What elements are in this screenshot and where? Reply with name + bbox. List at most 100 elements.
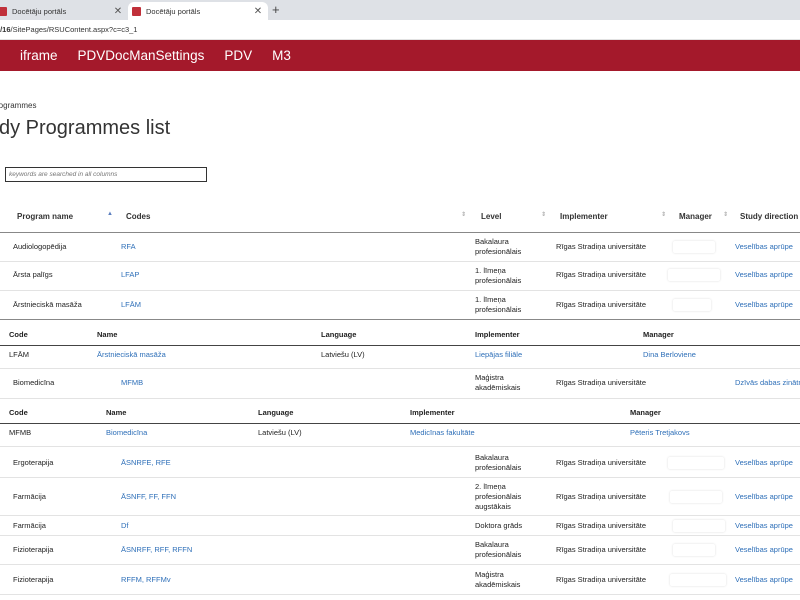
program-name: Farmācija — [13, 521, 46, 530]
table-row[interactable]: Biomedicīna MFMB Maģistra akadēmiskais Rī… — [0, 369, 800, 399]
subcolumn-name: Name — [106, 408, 127, 417]
program-level: 2. līmeņa profesionālais augstākais — [475, 482, 522, 511]
url-text: i/16/SitePages/RSUContent.aspx?c=c3_1 — [0, 25, 138, 34]
close-tab-icon[interactable]: ✕ — [252, 6, 264, 17]
site-favicon-icon — [0, 6, 7, 16]
subtable-row[interactable]: LFĀM Ārstnieciskā masāža Latviešu (LV) L… — [0, 346, 800, 369]
table-header: Program name ▲ Codes ⇕ Level ⇕ Implement… — [0, 202, 800, 233]
nav-item-m3[interactable]: M3 — [272, 48, 291, 63]
sub-manager-link[interactable]: Dina Berloviene — [643, 350, 696, 360]
column-level[interactable]: Level — [481, 212, 501, 221]
program-codes-link[interactable]: ĀSNFF, FF, FFN — [121, 492, 176, 502]
table-row[interactable]: Fizioterapija RFFM, RFFMv Maģistra akadēm… — [0, 565, 800, 595]
program-codes-link[interactable]: RFFM, RFFMv — [121, 575, 171, 585]
table-row[interactable]: Ergoterapija ĀSNRFE, RFE Bakalaura profes… — [0, 449, 800, 478]
sub-manager-link[interactable]: Pēteris Tretjakovs — [630, 428, 690, 438]
sub-code: LFĀM — [9, 350, 30, 359]
program-implementer: Rīgas Stradiņa universitāte — [556, 378, 647, 387]
program-name: Fizioterapija — [13, 575, 54, 584]
table-row[interactable]: Ārstnieciskā masāža LFĀM 1. līmeņa profes… — [0, 291, 800, 320]
close-tab-icon[interactable]: ✕ — [112, 6, 124, 17]
program-codes-link[interactable]: RFA — [121, 242, 136, 252]
study-direction-link[interactable]: Veselības aprūpe — [735, 242, 793, 252]
study-direction-link[interactable]: Veselības aprūpe — [735, 545, 793, 555]
study-direction-link[interactable]: Dzīvās dabas zinātn — [735, 378, 800, 388]
subcolumn-language: Language — [321, 330, 357, 339]
new-tab-icon[interactable]: + — [272, 2, 280, 17]
browser-tab[interactable]: Docētāju portāls ✕ — [0, 2, 128, 20]
subtable-row[interactable]: MFMB Biomedicīna Latviešu (LV) Medicīnas… — [0, 424, 800, 447]
program-codes-link[interactable]: MFMB — [121, 378, 143, 388]
nav-item-pdvdocmansettings[interactable]: PDVDocManSettings — [78, 48, 205, 63]
program-implementer: Rīgas Stradiņa universitāte — [556, 575, 647, 584]
program-level: Maģistra akadēmiskais — [475, 570, 521, 589]
program-level: Bakalaura profesionālais — [475, 237, 522, 256]
subcolumn-implementer: Implementer — [475, 330, 520, 339]
sub-name-link[interactable]: Biomedicīna — [106, 428, 147, 438]
nav-item-pdv[interactable]: PDV — [224, 48, 252, 63]
study-direction-link[interactable]: Veselības aprūpe — [735, 521, 793, 531]
table-row[interactable]: Farmācija ĀSNFF, FF, FFN 2. līmeņa profes… — [0, 478, 800, 516]
manager-redacted — [673, 299, 711, 311]
program-implementer: Rīgas Stradiņa universitāte — [556, 545, 647, 554]
subcolumn-implementer: Implementer — [410, 408, 455, 417]
study-direction-link[interactable]: Veselības aprūpe — [735, 270, 793, 280]
program-level: 1. līmeņa profesionālais — [475, 266, 522, 285]
sort-ascending-icon[interactable]: ▲ — [107, 211, 113, 217]
address-bar[interactable]: i/16/SitePages/RSUContent.aspx?c=c3_1 — [0, 20, 800, 40]
program-level: Maģistra akadēmiskais — [475, 373, 521, 392]
subcolumn-name: Name — [97, 330, 118, 339]
column-study-direction[interactable]: Study direction — [740, 212, 798, 221]
subcolumn-manager: Manager — [630, 408, 661, 417]
sort-icon[interactable]: ⇕ — [541, 211, 546, 218]
program-level: 1. līmeņa profesionālais — [475, 295, 522, 314]
study-direction-link[interactable]: Veselības aprūpe — [735, 575, 793, 585]
program-name: Ārsta palīgs — [13, 270, 53, 279]
nav-item-iframe[interactable]: iframe — [20, 48, 58, 63]
manager-redacted — [668, 269, 720, 281]
manager-redacted — [670, 574, 726, 586]
sub-implementer-link[interactable]: Medicīnas fakultāte — [410, 428, 475, 438]
column-implementer[interactable]: Implementer — [560, 212, 608, 221]
table-row[interactable]: Audiologopēdija RFA Bakalaura profesionāl… — [0, 233, 800, 262]
tab-title: Docētāju portāls — [146, 6, 201, 16]
program-name: Fizioterapija — [13, 545, 54, 554]
sort-icon[interactable]: ⇕ — [723, 211, 728, 218]
browser-tab-active[interactable]: Docētāju portāls ✕ — [128, 2, 268, 20]
site-favicon-icon — [132, 6, 141, 16]
sort-icon[interactable]: ⇕ — [461, 211, 466, 218]
table-row[interactable]: Fizioterapija ĀSNRFF, RFF, RFFN Bakalaur… — [0, 536, 800, 565]
sub-name-link[interactable]: Ārstnieciskā masāža — [97, 350, 166, 360]
program-name: Ergoterapija — [13, 458, 54, 467]
column-codes[interactable]: Codes — [126, 212, 150, 221]
study-direction-link[interactable]: Veselības aprūpe — [735, 458, 793, 468]
search-input[interactable] — [5, 167, 207, 182]
table-row[interactable]: Ārsta palīgs LFAP 1. līmeņa profesionālai… — [0, 262, 800, 291]
manager-redacted — [673, 520, 725, 532]
sub-code: MFMB — [9, 428, 32, 437]
program-codes-link[interactable]: Df — [121, 521, 129, 531]
program-implementer: Rīgas Stradiņa universitāte — [556, 492, 647, 501]
subcolumn-code: Code — [9, 408, 28, 417]
program-level: Doktora grāds — [475, 521, 523, 530]
program-codes-link[interactable]: ĀSNRFF, RFF, RFFN — [121, 545, 192, 555]
study-direction-link[interactable]: Veselības aprūpe — [735, 300, 793, 310]
manager-redacted — [670, 491, 722, 503]
breadcrumb[interactable]: rogrammes — [0, 101, 36, 110]
program-codes-link[interactable]: LFAP — [121, 270, 139, 280]
program-name: Ārstnieciskā masāža — [13, 300, 82, 309]
program-implementer: Rīgas Stradiņa universitāte — [556, 300, 647, 309]
sub-language: Latviešu (LV) — [258, 428, 302, 437]
program-name: Farmācija — [13, 492, 46, 501]
manager-redacted — [668, 457, 724, 469]
sort-icon[interactable]: ⇕ — [661, 211, 666, 218]
sub-implementer-link[interactable]: Liepājas filiāle — [475, 350, 522, 360]
program-codes-link[interactable]: ĀSNRFE, RFE — [121, 458, 171, 468]
study-direction-link[interactable]: Veselības aprūpe — [735, 492, 793, 502]
tab-title: Docētāju portāls — [12, 6, 67, 16]
table-row[interactable]: Farmācija Df Doktora grāds Rīgas Stradiņ… — [0, 516, 800, 536]
program-name: Biomedicīna — [13, 378, 55, 387]
program-codes-link[interactable]: LFĀM — [121, 300, 141, 310]
column-manager[interactable]: Manager — [679, 212, 712, 221]
column-program-name[interactable]: Program name — [17, 212, 73, 221]
